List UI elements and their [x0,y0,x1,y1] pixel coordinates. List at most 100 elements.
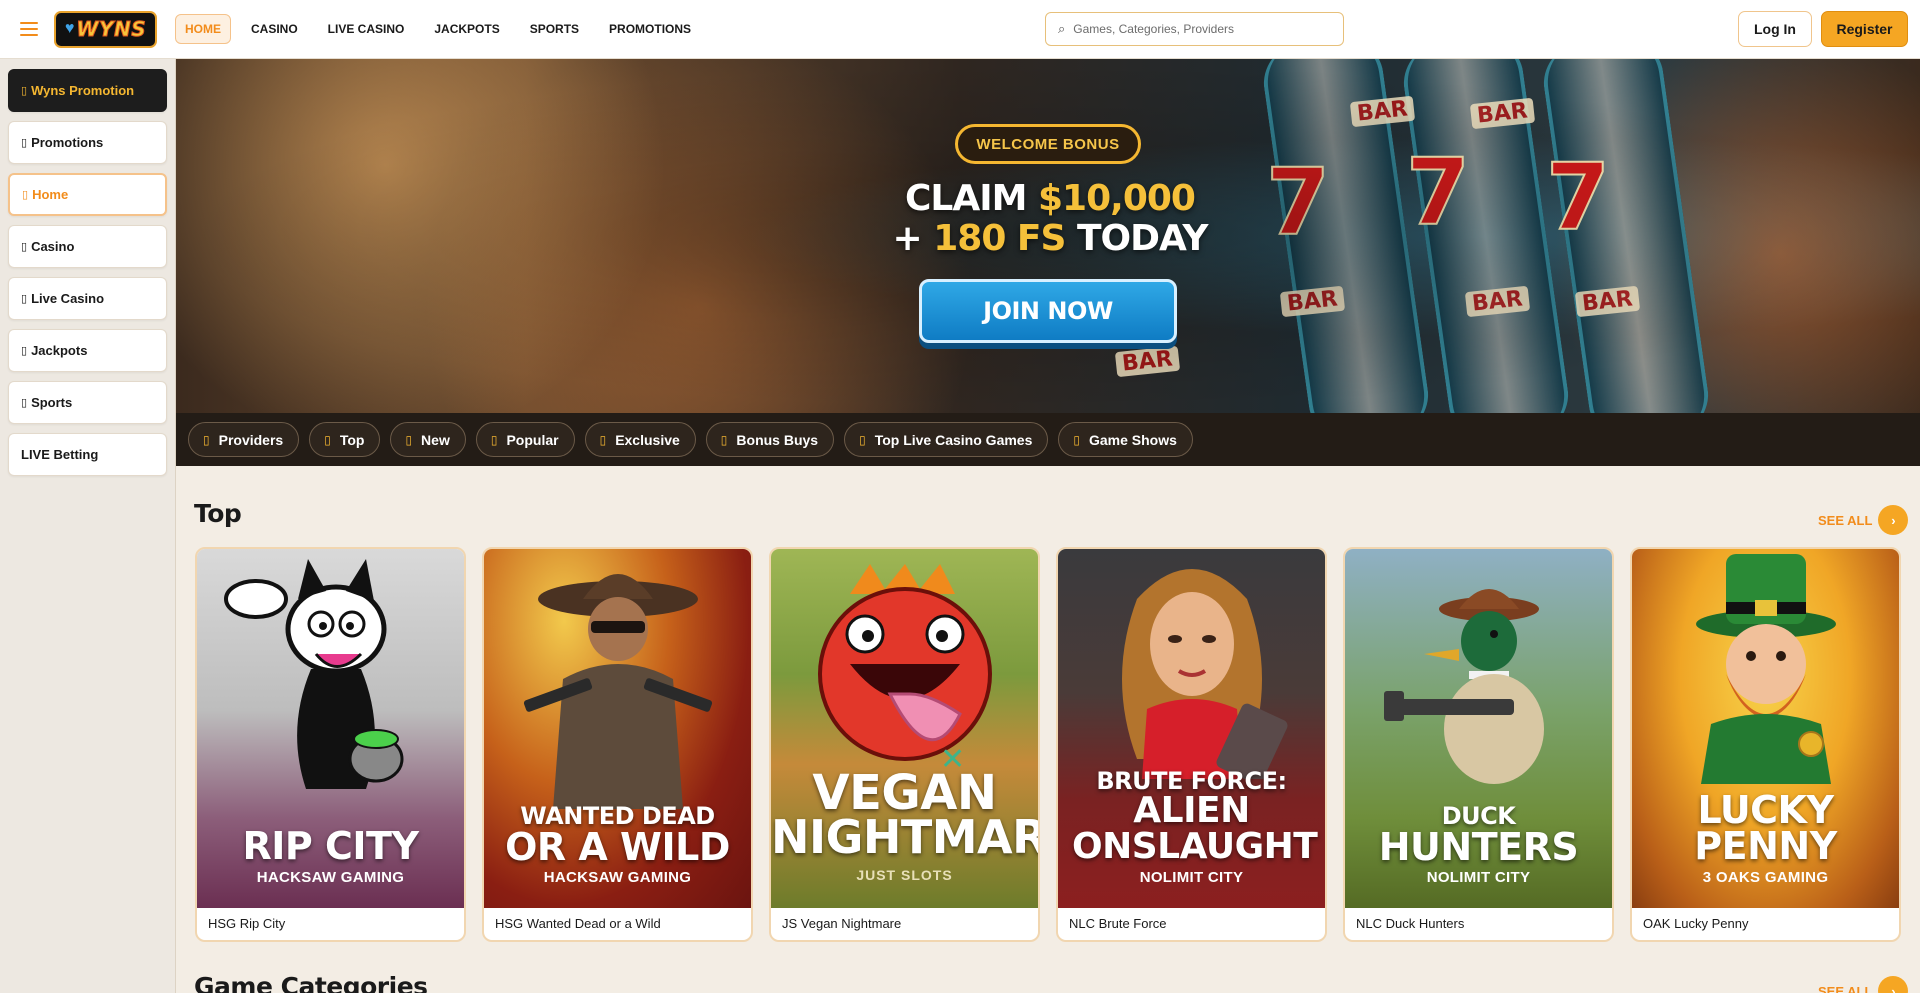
wyns-logo[interactable]: ♥ WYNS [54,10,157,48]
nav-jackpots[interactable]: JACKPOTS [424,14,509,44]
filter-label: Game Shows [1088,431,1177,448]
filter-label: Bonus Buys [736,431,819,448]
sidebar-item-label: Sports [31,395,73,410]
sidebar-item-home[interactable]: ▯ Home [8,173,167,216]
cards-icon: ▯ [21,293,28,305]
today-text: TODAY [1065,218,1209,259]
fire-icon: ▯ [490,432,498,447]
sidebar-item-label: Live Casino [31,291,105,306]
login-button[interactable]: Log In [1738,11,1812,47]
game-title-line2: ALIEN ONSLAUGHT [1072,790,1318,867]
filter-new[interactable]: ▯ New [390,422,466,457]
game-card-lucky-penny[interactable]: LUCKY PENNY 3 OAKS GAMING OAK Lucky Penn… [1630,547,1901,942]
sidebar-item-jackpots[interactable]: ▯ Jackpots [8,329,167,372]
hero-banner: 7 7 7 BAR BAR BAR BAR BAR BAR WELCOME BO… [176,59,1920,413]
tag-icon: ▯ [21,137,28,149]
filter-top-live-casino-games[interactable]: ▯ Top Live Casino Games [844,422,1049,457]
sidebar-item-promotions[interactable]: ▯ Promotions [8,121,167,164]
slot-icon: ▯ [21,241,28,253]
sidebar-item-label: Promotions [31,135,104,150]
filter-exclusive[interactable]: ▯ Exclusive [584,422,696,457]
chevron-right-icon[interactable]: › [1878,976,1909,993]
bonus-icon: ▯ [720,432,728,447]
game-provider: JUST SLOTS [856,867,953,883]
game-provider: NOLIMIT CITY [1426,869,1531,886]
sidebar-item-wyns-promotion[interactable]: ▯ Wyns Promotion [8,69,167,112]
ball-icon: ▯ [21,397,28,409]
live-icon: ▯ [859,432,866,447]
filter-label: Exclusive [615,431,680,448]
game-label: HSG Rip City [208,916,286,931]
plus-text: + [892,218,934,259]
filter-top[interactable]: ▯ Top [309,422,381,457]
cowboy-character-image [523,574,712,809]
game-label: HSG Wanted Dead or a Wild [495,916,661,931]
trophy-icon: ▯ [21,345,28,357]
game-card-rip-city[interactable]: RIP CITY HACKSAW GAMING HSG Rip City [195,547,466,942]
filter-bonus-buys[interactable]: ▯ Bonus Buys [705,422,835,457]
section-title-game-categories: Game Categories [194,972,428,993]
search-input[interactable] [1073,22,1324,36]
game-card-duck-hunters[interactable]: DUCK HUNTERS NOLIMIT CITY NLC Duck Hunte… [1343,547,1614,942]
sidebar-item-label: Casino [31,239,75,254]
cat-character-image [223,559,403,789]
main-nav: HOME CASINO LIVE CASINO JACKPOTS SPORTS … [175,14,711,44]
game-title-line2: OR A WILD [505,825,730,869]
game-title-line2: HUNTERS [1378,825,1579,869]
search-box[interactable]: ⌕ [1045,12,1344,46]
game-label: JS Vegan Nightmare [782,916,902,931]
nav-sports[interactable]: SPORTS [520,14,589,44]
search-icon: ⌕ [1058,21,1066,36]
sidebar-item-label: Jackpots [31,343,88,358]
filter-game-shows[interactable]: ▯ Game Shows [1058,422,1193,457]
game-label: OAK Lucky Penny [1643,916,1749,931]
nav-promotions[interactable]: PROMOTIONS [599,14,701,44]
sidebar-item-label: Wyns Promotion [31,83,135,98]
filter-label: Popular [506,431,559,448]
join-now-button[interactable]: JOIN NOW [919,279,1177,343]
claim-amount: $10,000 [1038,178,1196,219]
free-spins-amount: 180 FS [933,218,1066,259]
game-card-vegan-nightmare[interactable]: ✕ VEGAN NIGHTMARE JUST SLOTS JS Vegan Ni… [769,547,1040,942]
filter-popular[interactable]: ▯ Popular [475,422,575,457]
sidebar-item-live-betting[interactable]: LIVE Betting [8,433,167,476]
chevron-right-icon[interactable]: › [1878,505,1909,535]
category-filter-bar: ▯ Providers ▯ Top ▯ New ▯ Popular ▯ Exclusive… [176,413,1920,466]
see-all-top[interactable]: SEE ALL › [1818,505,1909,535]
logo-text: WYNS [76,17,147,42]
sidebar-item-sports[interactable]: ▯ Sports [8,381,167,424]
new-icon: ▯ [405,432,413,447]
star-icon: ▯ [324,432,331,447]
filter-label: Providers [218,431,284,448]
gift-icon: ▯ [21,85,28,97]
heart-icon: ♥ [64,20,75,37]
game-title: RIP CITY [242,824,419,868]
duck-character-image [1383,589,1544,784]
filter-label: New [421,431,450,448]
filter-label: Top [339,431,365,448]
leprechaun-character-image [1695,554,1836,784]
see-all-label: SEE ALL [1818,983,1873,993]
see-all-categories[interactable]: SEE ALL › [1818,976,1909,993]
nav-home[interactable]: HOME [175,14,231,44]
game-provider: NOLIMIT CITY [1139,869,1244,886]
red-monster-image: ✕ [817,564,992,774]
hamburger-menu-icon[interactable] [20,22,38,36]
claim-text: CLAIM [905,178,1038,219]
game-card-brute-force[interactable]: BRUTE FORCE: ALIEN ONSLAUGHT NOLIMIT CIT… [1056,547,1327,942]
sidebar-item-live-casino[interactable]: ▯ Live Casino [8,277,167,320]
sidebar-item-label: LIVE Betting [21,447,99,462]
game-provider: HACKSAW GAMING [256,869,405,886]
filter-providers[interactable]: ▯ Providers [188,422,300,457]
game-provider: 3 OAKS GAMING [1702,869,1829,886]
register-button[interactable]: Register [1821,11,1908,47]
game-provider: HACKSAW GAMING [543,869,692,886]
sidebar-item-label: Home [32,187,69,202]
game-card-wanted-dead-or-a-wild[interactable]: WANTED DEAD OR A WILD HACKSAW GAMING HSG… [482,547,753,942]
top-navbar: ♥ WYNS HOME CASINO LIVE CASINO JACKPOTS … [0,0,1920,59]
nav-casino[interactable]: CASINO [241,14,308,44]
game-label: NLC Brute Force [1069,916,1167,931]
sidebar-item-casino[interactable]: ▯ Casino [8,225,167,268]
hero-headline: CLAIM $10,000 + 180 FS TODAY [776,179,1324,259]
nav-live-casino[interactable]: LIVE CASINO [318,14,415,44]
